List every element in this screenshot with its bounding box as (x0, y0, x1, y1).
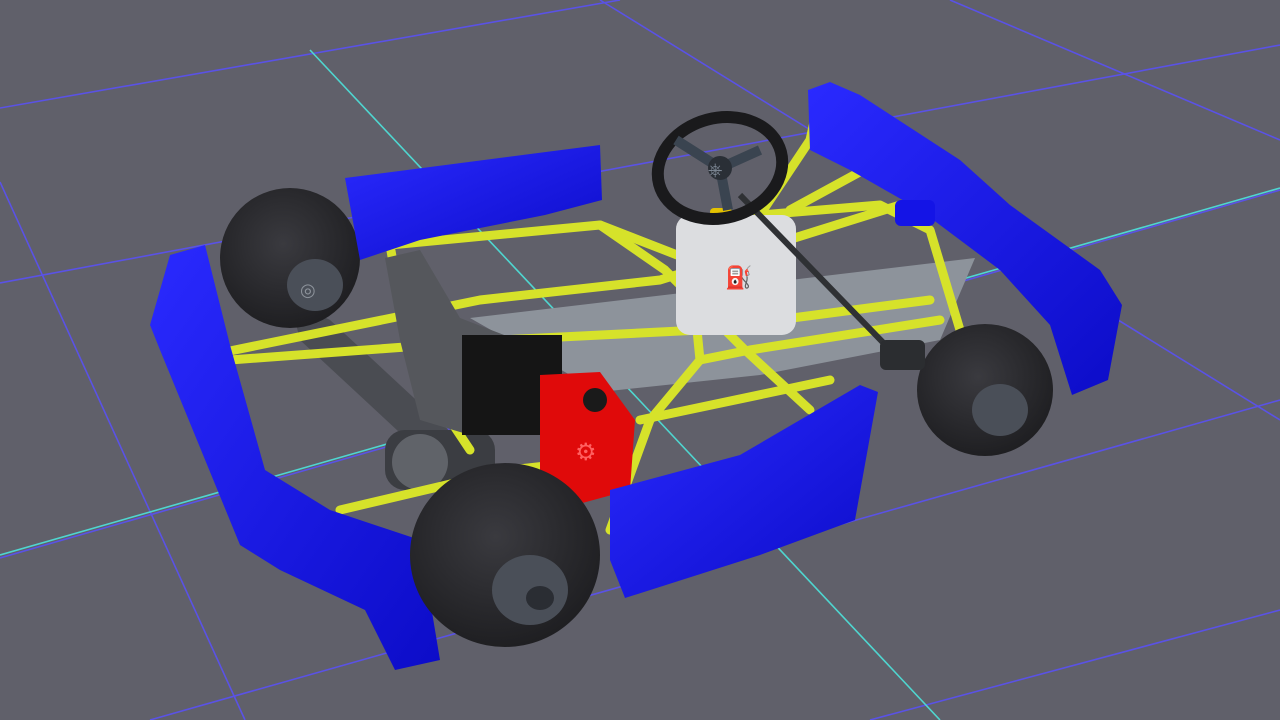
wheel-icon: ◎ (300, 280, 316, 301)
front-brake-mount (895, 200, 935, 226)
front-axle-mount (880, 340, 925, 370)
wheel-front-right (917, 324, 1053, 456)
steering-wheel-icon: ⎈ (708, 160, 722, 181)
3d-viewport[interactable]: ◎ ⛽ ⎈ ⚙ (0, 0, 1280, 720)
wheel-rear-right (410, 463, 600, 647)
kart-scene: ◎ ⛽ ⎈ ⚙ (0, 0, 1280, 720)
fuel-tank: ⛽ (676, 208, 796, 335)
engine-icon: ⚙ (575, 438, 597, 466)
fuel-tank-icon: ⛽ (725, 265, 752, 291)
wheel-rear-left: ◎ (220, 188, 360, 328)
